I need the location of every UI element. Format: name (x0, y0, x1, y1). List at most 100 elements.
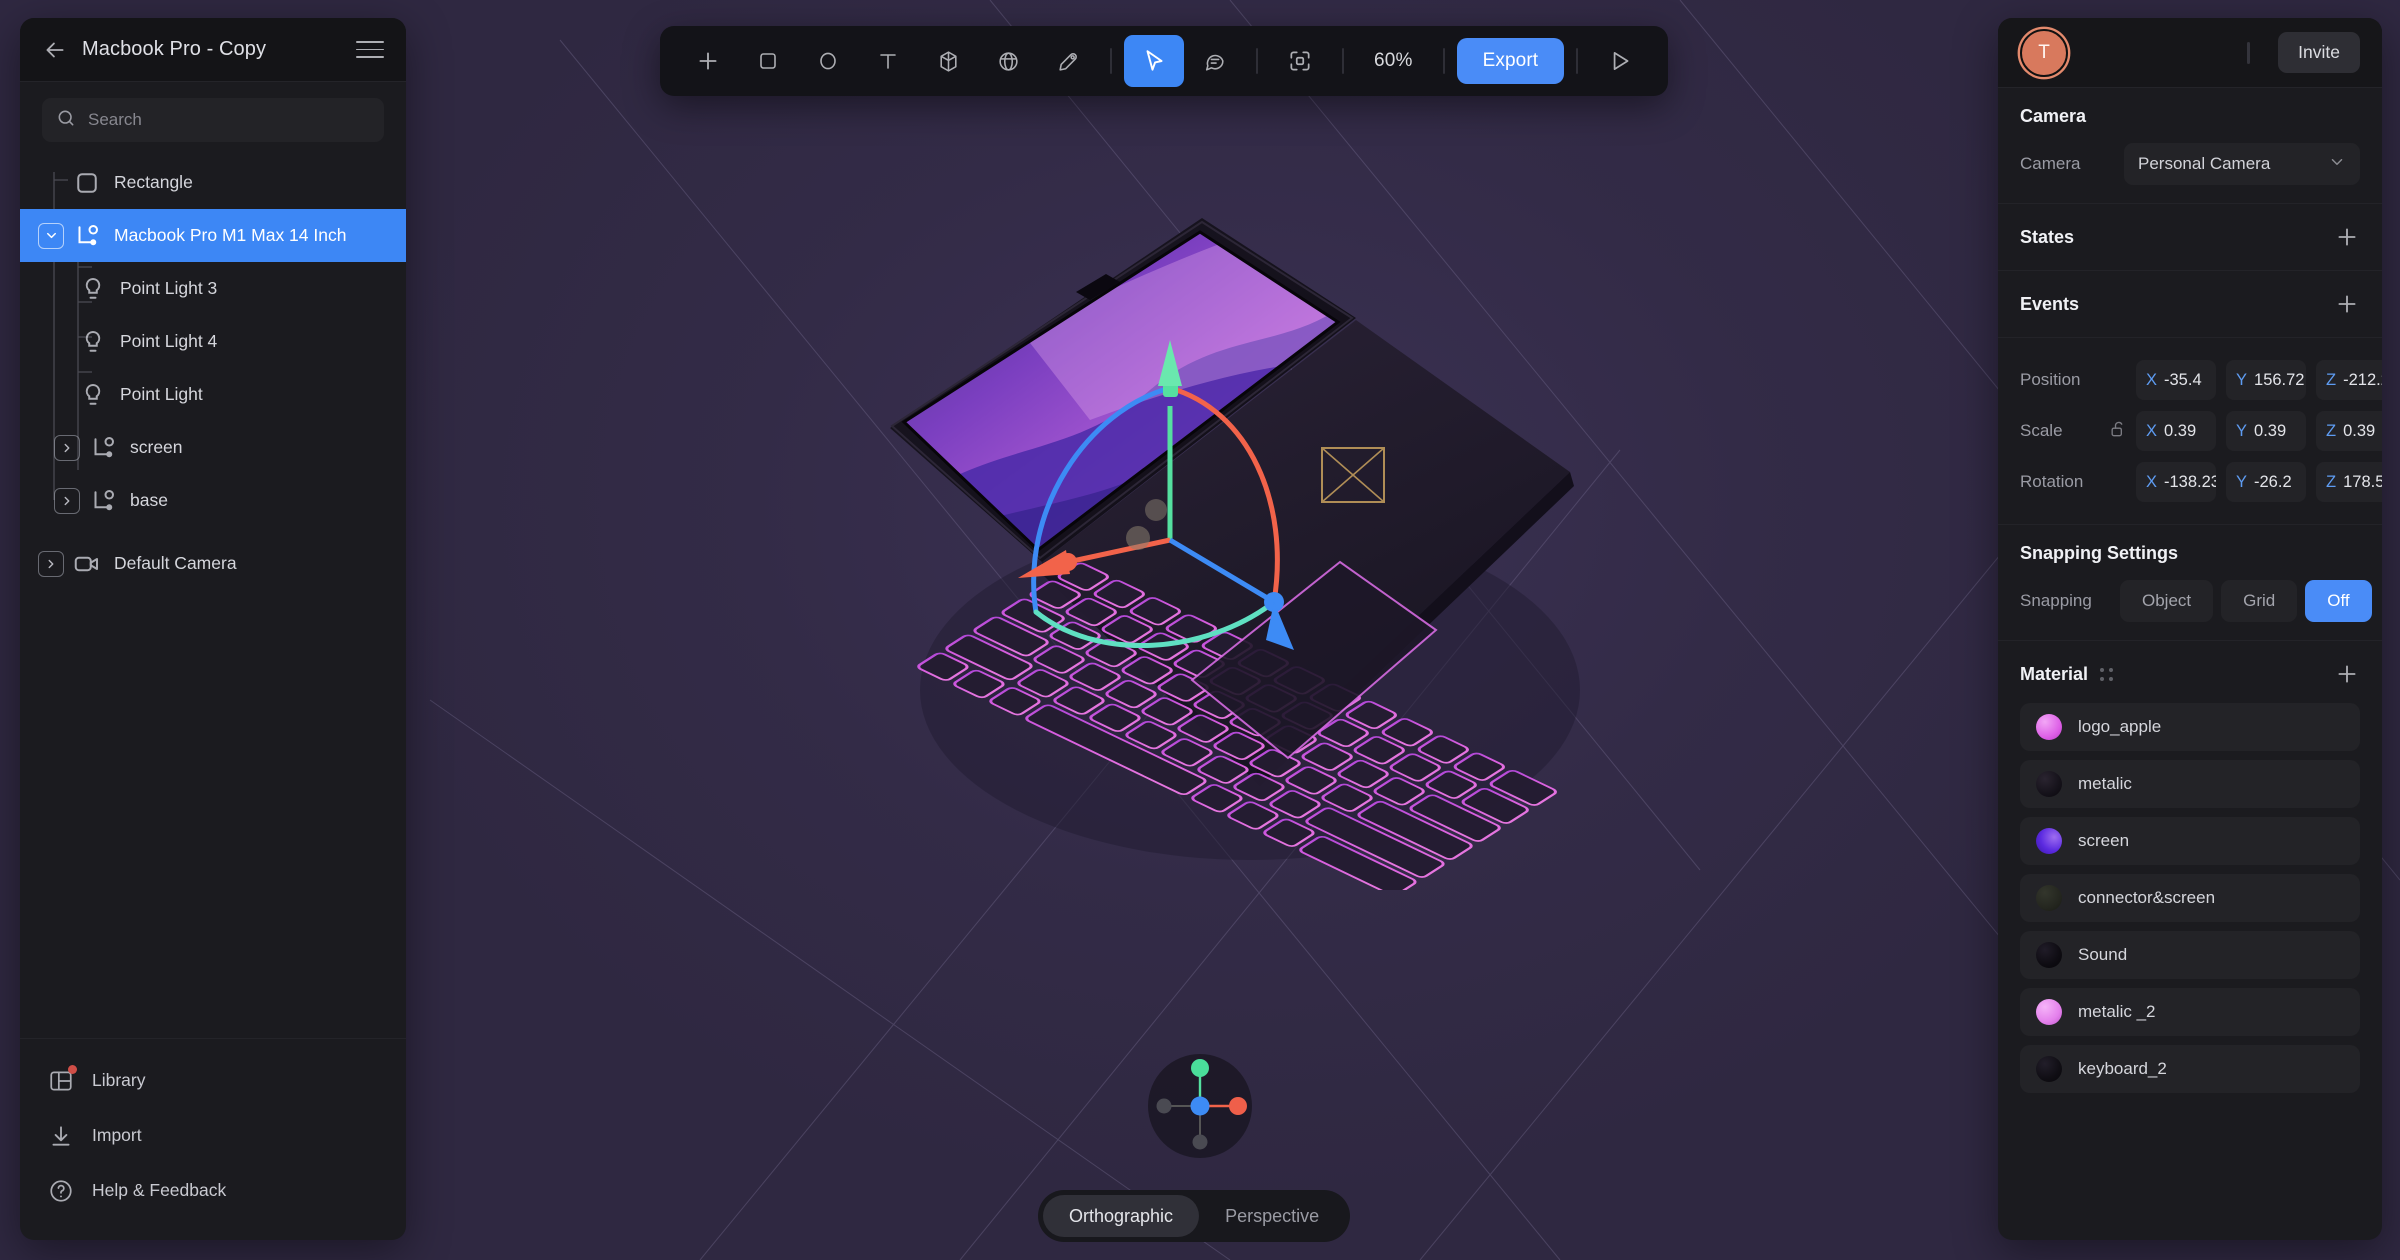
camera-section-title: Camera (2020, 106, 2087, 126)
unlock-icon[interactable] (2108, 419, 2128, 444)
tree-row-screen[interactable]: screen (20, 421, 406, 474)
material-swatch (2036, 771, 2062, 797)
material-name: screen (2078, 831, 2130, 850)
material-item-metalic-2[interactable]: metalic _2 (2020, 988, 2360, 1036)
tree-row-label: base (130, 490, 168, 510)
cursor-icon[interactable] (1124, 35, 1184, 87)
hamburger-menu-icon[interactable] (356, 36, 384, 64)
layers-sidebar: Macbook Pro - Copy Search Rectangle Macb… (20, 18, 406, 1240)
rotation-z-field[interactable]: Z 178.51 (2316, 462, 2382, 502)
camera-select-value: Personal Camera (2138, 154, 2271, 173)
light-bulb-icon (78, 327, 108, 357)
search-box[interactable] (42, 98, 384, 142)
tree-row-point-light-3[interactable]: Point Light 3 (20, 262, 406, 315)
transform-row-position: Position X -35.4 Y 156.72 Z -212.23 (2020, 360, 2382, 400)
rotation-y-field[interactable]: Y -26.2 (2226, 462, 2306, 502)
back-arrow-icon[interactable] (42, 37, 68, 63)
search-container (20, 82, 406, 152)
chevron-right-icon[interactable] (38, 550, 64, 577)
rectangle-icon[interactable] (738, 35, 798, 87)
scale-label: Scale (2020, 421, 2063, 440)
camera-field-label: Camera (2020, 154, 2081, 173)
snapping-section: Snapping Settings Snapping Object Grid O… (1998, 525, 2382, 641)
axis-label-z: Z (2326, 370, 2337, 389)
project-title: Macbook Pro - Copy (82, 38, 267, 60)
material-swatch (2036, 885, 2062, 911)
snapping-option-off[interactable]: Off (2305, 580, 2372, 622)
projection-option-perspective[interactable]: Perspective (1199, 1195, 1345, 1237)
comment-icon[interactable] (1184, 35, 1244, 87)
sidebar-item-help-feedback[interactable]: Help & Feedback (20, 1163, 406, 1218)
material-item-sound[interactable]: Sound (2020, 931, 2360, 979)
sidebar-footer-label: Import (92, 1125, 142, 1145)
scale-x-field[interactable]: X 0.39 (2136, 411, 2216, 451)
scale-z-field[interactable]: Z 0.39 (2316, 411, 2382, 451)
group-node-icon (88, 486, 118, 516)
rotation-label: Rotation (2020, 472, 2084, 491)
cube-icon[interactable] (918, 35, 978, 87)
axis-y-handle (1191, 1059, 1209, 1077)
position-y-field[interactable]: Y 156.72 (2226, 360, 2306, 400)
search-input[interactable] (88, 110, 370, 130)
export-button[interactable]: Export (1456, 38, 1565, 84)
tree-row-base[interactable]: base (20, 474, 406, 527)
add-state-button[interactable] (2334, 224, 2360, 250)
text-icon[interactable] (858, 35, 918, 87)
transform-section: Position X -35.4 Y 156.72 Z -212.23 Scal… (1998, 338, 2382, 525)
tree-row-rectangle[interactable]: Rectangle (20, 156, 406, 209)
chevron-right-icon[interactable] (54, 487, 80, 514)
view-orientation-gizmo[interactable] (1140, 1046, 1260, 1166)
frame-select-icon[interactable] (1270, 35, 1330, 87)
tree-row-label: Rectangle (114, 172, 193, 192)
scale-y-field[interactable]: Y 0.39 (2226, 411, 2306, 451)
chevron-down-icon[interactable] (38, 222, 64, 249)
ellipse-icon[interactable] (798, 35, 858, 87)
tree-row-macbook-pro-m1-max-14-inch[interactable]: Macbook Pro M1 Max 14 Inch (20, 209, 406, 262)
material-item-logo-apple[interactable]: logo_apple (2020, 703, 2360, 751)
position-x-value: -35.4 (2164, 370, 2202, 389)
macbook-3d-model[interactable] (870, 210, 1630, 890)
tree-row-default-camera[interactable]: Default Camera (20, 537, 406, 590)
drag-grip-icon[interactable] (2100, 667, 2114, 681)
tree-row-point-light[interactable]: Point Light (20, 368, 406, 421)
import-icon (48, 1123, 74, 1149)
snapping-option-grid[interactable]: Grid (2221, 580, 2298, 622)
add-icon[interactable] (678, 35, 738, 87)
rectangle-icon (72, 168, 102, 198)
sidebar-item-import[interactable]: Import (20, 1108, 406, 1163)
add-material-button[interactable] (2334, 661, 2360, 687)
snapping-section-title: Snapping Settings (2020, 543, 2179, 563)
material-item-metalic[interactable]: metalic (2020, 760, 2360, 808)
material-item-keyboard-2[interactable]: keyboard_2 (2020, 1045, 2360, 1093)
camera-section: Camera Camera Personal Camera (1998, 88, 2382, 204)
position-x-field[interactable]: X -35.4 (2136, 360, 2216, 400)
material-item-connector-screen[interactable]: connector&screen (2020, 874, 2360, 922)
material-item-screen[interactable]: screen (2020, 817, 2360, 865)
chevron-down-icon (2328, 153, 2346, 176)
pen-icon[interactable] (1038, 35, 1098, 87)
sidebar-item-library[interactable]: Library (20, 1053, 406, 1108)
position-z-value: -212.23 (2343, 370, 2382, 389)
rotation-x-field[interactable]: X -138.23 (2136, 462, 2216, 502)
snapping-option-object[interactable]: Object (2120, 580, 2214, 622)
chevron-right-icon[interactable] (54, 434, 80, 461)
invite-button[interactable]: Invite (2278, 32, 2360, 73)
projection-option-orthographic[interactable]: Orthographic (1043, 1195, 1200, 1237)
material-swatch (2036, 1056, 2062, 1082)
play-icon[interactable] (1590, 35, 1650, 87)
help-icon (48, 1178, 74, 1204)
snapping-options-row: Snapping Object Grid Off (2020, 580, 2372, 622)
add-event-button[interactable] (2334, 291, 2360, 317)
zoom-level[interactable]: 60% (1356, 50, 1431, 72)
sphere-icon[interactable] (978, 35, 1038, 87)
axis-label-z: Z (2326, 472, 2337, 491)
camera-select[interactable]: Personal Camera (2124, 143, 2360, 185)
tree-row-label: Macbook Pro M1 Max 14 Inch (114, 225, 347, 245)
position-z-field[interactable]: Z -212.23 (2316, 360, 2382, 400)
group-node-icon (72, 221, 102, 251)
material-name: keyboard_2 (2078, 1059, 2167, 1078)
axis-label-x: X (2146, 370, 2158, 389)
material-list: logo_apple metalic screen connector&scre… (2020, 703, 2360, 1093)
tree-row-point-light-4[interactable]: Point Light 4 (20, 315, 406, 368)
avatar[interactable]: T (2020, 28, 2068, 77)
